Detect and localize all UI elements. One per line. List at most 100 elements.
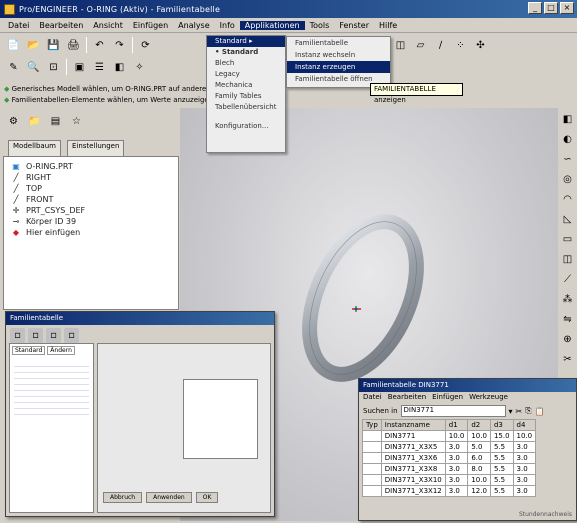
ft-menu-insert[interactable]: Einfügen <box>432 393 463 402</box>
rib-icon[interactable]: ▭ <box>560 232 575 247</box>
folder-icon[interactable]: 📁 <box>27 114 42 129</box>
save-icon[interactable]: 💾 <box>46 38 61 53</box>
column-header[interactable]: d1 <box>444 419 469 431</box>
dialog-tab[interactable]: Ändern <box>47 346 75 355</box>
tree-item[interactable]: ╱ FRONT <box>10 194 172 205</box>
dropdown-arrow-icon[interactable]: ▾ <box>509 407 513 416</box>
tree-item[interactable]: ◆ Hier einfügen <box>10 227 172 238</box>
tab-settings[interactable]: Einstellungen <box>66 140 125 156</box>
submenu-item-selected[interactable]: Instanz erzeugen <box>287 61 390 73</box>
display-icon[interactable]: ◫ <box>393 38 408 53</box>
new-icon[interactable]: ▫ <box>10 328 25 343</box>
apply-button[interactable]: Anwenden <box>146 492 192 503</box>
shell-icon[interactable]: ◫ <box>560 252 575 267</box>
tab-model-tree[interactable]: Modellbaum <box>8 140 61 156</box>
menu-item-standard[interactable]: Standard ▸ <box>207 36 285 47</box>
menu-item-legacy[interactable]: Legacy <box>207 69 285 80</box>
submenu-item[interactable]: Instanz wechseln <box>287 49 390 61</box>
undo-icon[interactable]: ↶ <box>92 38 107 53</box>
trim-icon[interactable]: ✂ <box>560 352 575 367</box>
menu-applications[interactable]: Applikationen <box>239 20 305 30</box>
mirror-icon[interactable]: ⇋ <box>560 312 575 327</box>
paste-icon[interactable]: 📋 <box>535 407 545 416</box>
table-row[interactable]: DIN3771_X3X12 3.0 12.0 5.5 3.0 <box>362 485 537 497</box>
new-icon[interactable]: 📄 <box>6 38 21 53</box>
table-row[interactable]: DIN3771_X3X10 3.0 10.0 5.5 3.0 <box>362 474 537 486</box>
table-row[interactable]: DIN3771_X3X8 3.0 8.0 5.5 3.0 <box>362 463 537 475</box>
pattern-icon[interactable]: ⁂ <box>560 292 575 307</box>
dialog-tab[interactable]: Standard <box>12 346 46 355</box>
redo-icon[interactable]: ↷ <box>112 38 127 53</box>
zoom-fit-icon[interactable]: ⊡ <box>46 60 61 75</box>
datum-point-icon[interactable]: ⁘ <box>453 38 468 53</box>
menu-edit[interactable]: Bearbeiten <box>34 21 88 30</box>
search-icon[interactable]: ▫ <box>64 328 79 343</box>
tree-item[interactable]: ⊸ Körper ID 39 <box>10 216 172 227</box>
column-header[interactable]: d4 <box>512 419 537 431</box>
round-icon[interactable]: ◠ <box>560 192 575 207</box>
shade-icon[interactable]: ◧ <box>112 60 127 75</box>
tree-item[interactable]: ✛ PRT_CSYS_DEF <box>10 205 172 216</box>
open-icon[interactable]: ▫ <box>28 328 43 343</box>
menu-item-mechanica[interactable]: Mechanica <box>207 80 285 91</box>
tree-item[interactable]: ▣ O-RING.PRT <box>10 161 172 172</box>
regenerate-icon[interactable]: ⟳ <box>138 38 153 53</box>
menu-help[interactable]: Hilfe <box>374 21 402 30</box>
column-header[interactable]: d2 <box>467 419 491 431</box>
revolve-icon[interactable]: ◐ <box>560 132 575 147</box>
tree-item[interactable]: ╱ TOP <box>10 183 172 194</box>
tree-settings-icon[interactable]: ⚙ <box>6 114 21 129</box>
favorites-icon[interactable]: ☆ <box>69 114 84 129</box>
close-button[interactable]: × <box>560 2 574 14</box>
views-icon[interactable]: ▣ <box>72 60 87 75</box>
merge-icon[interactable]: ⊕ <box>560 332 575 347</box>
menu-item-config[interactable]: Konfiguration... <box>207 121 285 132</box>
hole-icon[interactable]: ◎ <box>560 172 575 187</box>
print-icon[interactable]: 🖨 <box>66 38 81 53</box>
menu-info[interactable]: Info <box>215 21 240 30</box>
cancel-button[interactable]: Abbruch <box>103 492 143 503</box>
column-header[interactable]: Instanzname <box>380 419 446 431</box>
menu-item-standard-check[interactable]: • Standard <box>207 47 285 58</box>
ft-menu-edit[interactable]: Bearbeiten <box>388 393 426 402</box>
menu-tools[interactable]: Tools <box>305 21 335 30</box>
datum-plane-icon[interactable]: ▱ <box>413 38 428 53</box>
datum-axis-icon[interactable]: ∕ <box>433 38 448 53</box>
layers-icon[interactable]: ☰ <box>92 60 107 75</box>
menu-view[interactable]: Ansicht <box>88 21 128 30</box>
chamfer-icon[interactable]: ◺ <box>560 212 575 227</box>
tree-item[interactable]: ╱ RIGHT <box>10 172 172 183</box>
zoom-icon[interactable]: 🔍 <box>26 60 41 75</box>
menu-file[interactable]: Datei <box>3 21 34 30</box>
save-icon[interactable]: ▫ <box>46 328 61 343</box>
maximize-button[interactable]: □ <box>544 2 558 14</box>
cut-icon[interactable]: ✂ <box>516 407 523 416</box>
menu-item-overview[interactable]: Tabellenübersicht <box>207 102 285 113</box>
sweep-icon[interactable]: ∽ <box>560 152 575 167</box>
menu-window[interactable]: Fenster <box>334 21 374 30</box>
minimize-button[interactable]: _ <box>528 2 542 14</box>
ft-menu-file[interactable]: Datei <box>363 393 382 402</box>
table-row[interactable]: DIN3771_X3X6 3.0 6.0 5.5 3.0 <box>362 452 537 464</box>
ft-menu-tools[interactable]: Werkzeuge <box>469 393 508 402</box>
spin-icon[interactable]: ✧ <box>132 60 147 75</box>
column-header[interactable]: Typ <box>362 419 382 431</box>
csys-icon[interactable]: ✣ <box>473 38 488 53</box>
menu-item-family-tables[interactable]: Family Tables <box>207 91 285 102</box>
extrude-icon[interactable]: ◧ <box>560 112 575 127</box>
table-row[interactable]: DIN3771_X3X5 3.0 5.0 5.5 3.0 <box>362 441 537 453</box>
ok-button[interactable]: OK <box>195 492 219 503</box>
repaint-icon[interactable]: ✎ <box>6 60 21 75</box>
menu-insert[interactable]: Einfügen <box>128 21 173 30</box>
search-input[interactable]: DIN3771 <box>400 405 506 417</box>
column-header[interactable]: d3 <box>489 419 514 431</box>
filter-icon[interactable]: ▤ <box>48 114 63 129</box>
open-icon[interactable]: 📂 <box>26 38 41 53</box>
dialog-list[interactable] <box>183 379 258 459</box>
submenu-item[interactable]: Familientabelle <box>287 37 390 49</box>
table-row[interactable]: DIN3771 10.0 10.0 15.0 10.0 <box>362 430 537 442</box>
menu-analysis[interactable]: Analyse <box>173 21 215 30</box>
draft-icon[interactable]: ⟋ <box>560 272 575 287</box>
menu-item-sheetmetal[interactable]: Blech <box>207 58 285 69</box>
copy-icon[interactable]: ⎘ <box>525 406 531 416</box>
